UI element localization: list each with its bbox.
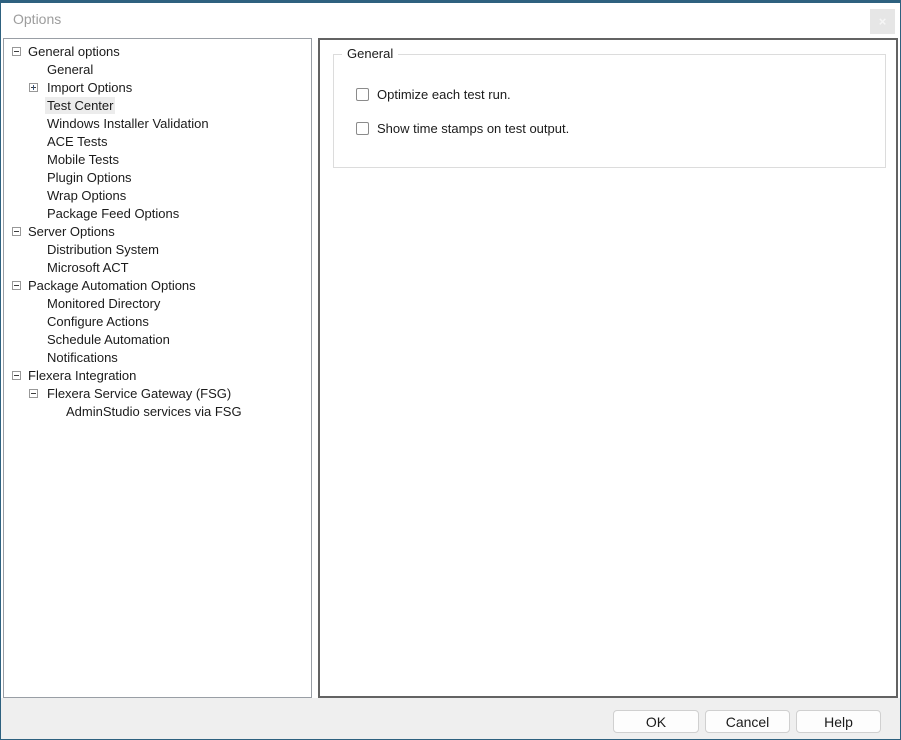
tree-item-label[interactable]: Configure Actions (45, 313, 151, 330)
cancel-button[interactable]: Cancel (705, 710, 790, 733)
tree-item-general[interactable]: General (4, 61, 311, 79)
checkbox-label[interactable]: Show time stamps on test output. (377, 121, 569, 136)
ok-button[interactable]: OK (613, 710, 699, 733)
tree-item-label[interactable]: Notifications (45, 349, 120, 366)
checkbox-label[interactable]: Optimize each test run. (377, 87, 511, 102)
tree-item-wrap-options[interactable]: Wrap Options (4, 187, 311, 205)
options-dialog: Options × General options General Import… (0, 0, 901, 740)
groupbox-title: General (342, 46, 398, 61)
tree-item-label[interactable]: Wrap Options (45, 187, 128, 204)
tree-item-label-selected[interactable]: Test Center (45, 97, 115, 114)
expand-icon[interactable] (29, 83, 38, 92)
tree-item-plugin-options[interactable]: Plugin Options (4, 169, 311, 187)
optimize-each-test-run-option[interactable]: Optimize each test run. (356, 87, 511, 102)
tree-item-distribution-system[interactable]: Distribution System (4, 241, 311, 259)
tree-item-label[interactable]: Microsoft ACT (45, 259, 131, 276)
tree-item-mobile-tests[interactable]: Mobile Tests (4, 151, 311, 169)
settings-panel: General Optimize each test run. Show tim… (318, 38, 898, 698)
tree-item-microsoft-act[interactable]: Microsoft ACT (4, 259, 311, 277)
tree-item-flexera-integration[interactable]: Flexera Integration (4, 367, 311, 385)
tree-item-flexera-service-gateway[interactable]: Flexera Service Gateway (FSG) (4, 385, 311, 403)
window-title: Options (13, 11, 61, 27)
tree-item-label[interactable]: Monitored Directory (45, 295, 162, 312)
collapse-icon[interactable] (12, 371, 21, 380)
collapse-icon[interactable] (12, 47, 21, 56)
tree-item-general-options[interactable]: General options (4, 43, 311, 61)
tree-item-label[interactable]: Distribution System (45, 241, 161, 258)
tree-item-label[interactable]: General options (26, 43, 122, 60)
tree-item-label[interactable]: AdminStudio services via FSG (64, 403, 244, 420)
tree-item-package-automation-options[interactable]: Package Automation Options (4, 277, 311, 295)
tree-item-adminstudio-services-via-fsg[interactable]: AdminStudio services via FSG (4, 403, 311, 421)
tree-item-label[interactable]: ACE Tests (45, 133, 109, 150)
tree-item-label[interactable]: Package Automation Options (26, 277, 198, 294)
tree-item-label[interactable]: Plugin Options (45, 169, 134, 186)
tree-item-label[interactable]: Windows Installer Validation (45, 115, 211, 132)
dialog-body: General options General Import Options T… (1, 38, 900, 698)
tree-item-test-center[interactable]: Test Center (4, 97, 311, 115)
tree-item-label[interactable]: Mobile Tests (45, 151, 121, 168)
tree-item-import-options[interactable]: Import Options (4, 79, 311, 97)
tree-item-schedule-automation[interactable]: Schedule Automation (4, 331, 311, 349)
optimize-each-test-run-checkbox[interactable] (356, 88, 369, 101)
tree-item-label[interactable]: Import Options (45, 79, 134, 96)
show-time-stamps-checkbox[interactable] (356, 122, 369, 135)
tree-item-label[interactable]: Flexera Service Gateway (FSG) (45, 385, 233, 402)
close-icon: × (879, 14, 887, 29)
tree-item-configure-actions[interactable]: Configure Actions (4, 313, 311, 331)
options-tree: General options General Import Options T… (3, 38, 312, 698)
title-bar: Options × (1, 3, 900, 38)
button-bar: OK Cancel Help (1, 698, 900, 739)
tree-item-notifications[interactable]: Notifications (4, 349, 311, 367)
general-groupbox: General Optimize each test run. Show tim… (333, 54, 886, 168)
tree-item-label[interactable]: Server Options (26, 223, 117, 240)
collapse-icon[interactable] (12, 281, 21, 290)
tree-item-label[interactable]: Flexera Integration (26, 367, 138, 384)
close-button[interactable]: × (870, 9, 895, 34)
tree-item-label[interactable]: Package Feed Options (45, 205, 181, 222)
tree-item-ace-tests[interactable]: ACE Tests (4, 133, 311, 151)
tree-item-package-feed-options[interactable]: Package Feed Options (4, 205, 311, 223)
show-time-stamps-option[interactable]: Show time stamps on test output. (356, 121, 569, 136)
tree-item-monitored-directory[interactable]: Monitored Directory (4, 295, 311, 313)
tree-item-label[interactable]: Schedule Automation (45, 331, 172, 348)
help-button[interactable]: Help (796, 710, 881, 733)
tree-item-windows-installer-validation[interactable]: Windows Installer Validation (4, 115, 311, 133)
collapse-icon[interactable] (12, 227, 21, 236)
tree-item-server-options[interactable]: Server Options (4, 223, 311, 241)
collapse-icon[interactable] (29, 389, 38, 398)
tree-item-label[interactable]: General (45, 61, 95, 78)
